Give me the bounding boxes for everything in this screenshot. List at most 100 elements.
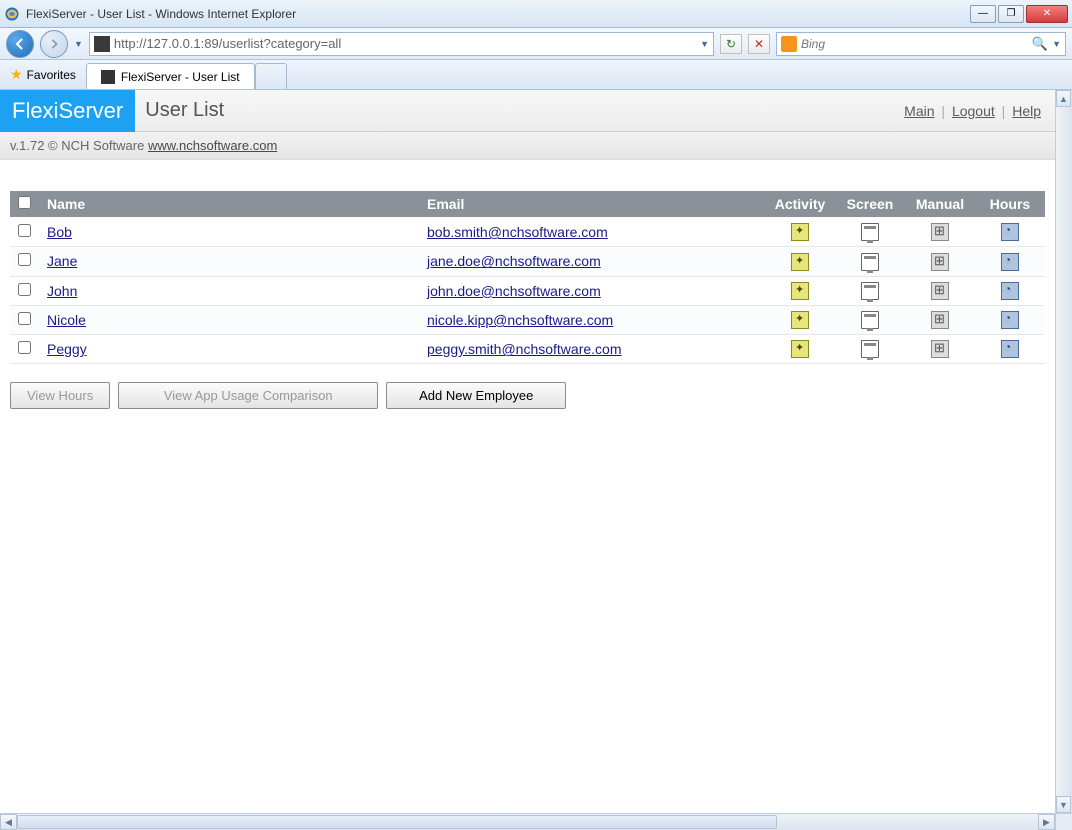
link-help[interactable]: Help (1012, 103, 1041, 119)
hours-icon[interactable] (1001, 253, 1019, 271)
screen-icon[interactable] (861, 253, 879, 271)
version-bar: v.1.72 © NCH Software www.nchsoftware.co… (0, 132, 1055, 160)
row-checkbox[interactable] (18, 283, 31, 296)
activity-icon[interactable] (791, 223, 809, 241)
screen-icon[interactable] (861, 282, 879, 300)
horizontal-scrollbar[interactable]: ◀ ▶ (0, 813, 1055, 830)
user-name-link[interactable]: Bob (47, 224, 72, 240)
close-button[interactable]: ✕ (1026, 5, 1068, 23)
scroll-right-button[interactable]: ▶ (1038, 814, 1055, 830)
header-email: Email (419, 191, 765, 218)
hours-icon[interactable] (1001, 223, 1019, 241)
header-activity: Activity (765, 191, 835, 218)
search-dropdown[interactable]: ▼ (1052, 39, 1061, 49)
hours-icon[interactable] (1001, 282, 1019, 300)
row-checkbox[interactable] (18, 341, 31, 354)
stop-button[interactable]: ✕ (748, 34, 770, 54)
favorites-button[interactable]: ★ Favorites (0, 60, 86, 89)
add-employee-button[interactable]: Add New Employee (386, 382, 566, 409)
row-checkbox[interactable] (18, 312, 31, 325)
url-dropdown[interactable]: ▼ (700, 39, 709, 49)
screen-icon[interactable] (861, 223, 879, 241)
user-email-link[interactable]: bob.smith@nchsoftware.com (427, 224, 608, 240)
refresh-icon: ↻ (726, 37, 736, 51)
window-title: FlexiServer - User List - Windows Intern… (26, 7, 970, 21)
bing-icon (781, 36, 797, 52)
header-screen: Screen (835, 191, 905, 218)
recent-dropdown[interactable]: ▼ (74, 39, 83, 49)
version-text: v.1.72 © NCH Software (10, 138, 148, 153)
star-icon: ★ (10, 66, 23, 83)
user-name-link[interactable]: John (47, 283, 77, 299)
view-app-usage-button[interactable]: View App Usage Comparison (118, 382, 378, 409)
activity-icon[interactable] (791, 340, 809, 358)
url-input[interactable] (114, 36, 700, 51)
search-go-icon[interactable]: 🔍 (1032, 36, 1048, 52)
page-content: FlexiServer User List Main | Logout | He… (0, 90, 1055, 830)
activity-icon[interactable] (791, 311, 809, 329)
tab-flexiserver[interactable]: FlexiServer - User List (86, 63, 255, 89)
address-bar[interactable]: ▼ (89, 32, 714, 56)
user-email-link[interactable]: jane.doe@nchsoftware.com (427, 253, 601, 269)
new-tab-button[interactable] (255, 63, 287, 89)
tab-bar: ★ Favorites FlexiServer - User List (0, 60, 1072, 90)
user-email-link[interactable]: peggy.smith@nchsoftware.com (427, 341, 621, 357)
vertical-scrollbar[interactable]: ▲ ▼ (1055, 90, 1072, 830)
row-checkbox[interactable] (18, 224, 31, 237)
view-hours-button[interactable]: View Hours (10, 382, 110, 409)
maximize-button[interactable]: ❐ (998, 5, 1024, 23)
user-email-link[interactable]: john.doe@nchsoftware.com (427, 283, 601, 299)
manual-icon[interactable] (931, 253, 949, 271)
table-row: Bob bob.smith@nchsoftware.com (10, 218, 1045, 247)
table-row: Jane jane.doe@nchsoftware.com (10, 247, 1045, 276)
minimize-button[interactable]: — (970, 5, 996, 23)
scroll-up-button[interactable]: ▲ (1056, 90, 1071, 107)
select-all-checkbox[interactable] (18, 196, 31, 209)
manual-icon[interactable] (931, 311, 949, 329)
browser-navbar: ▼ ▼ ↻ ✕ 🔍 ▼ (0, 28, 1072, 60)
manual-icon[interactable] (931, 223, 949, 241)
favorites-label: Favorites (27, 68, 76, 82)
search-input[interactable] (801, 37, 1032, 51)
link-logout[interactable]: Logout (952, 103, 995, 119)
screen-icon[interactable] (861, 340, 879, 358)
manual-icon[interactable] (931, 340, 949, 358)
scroll-thumb[interactable] (17, 815, 777, 829)
user-email-link[interactable]: nicole.kipp@nchsoftware.com (427, 312, 613, 328)
screen-icon[interactable] (861, 311, 879, 329)
tab-title: FlexiServer - User List (121, 70, 240, 84)
link-main[interactable]: Main (904, 103, 934, 119)
app-logo: FlexiServer (0, 90, 135, 132)
hours-icon[interactable] (1001, 311, 1019, 329)
site-icon (94, 36, 110, 52)
hours-icon[interactable] (1001, 340, 1019, 358)
manual-icon[interactable] (931, 282, 949, 300)
activity-icon[interactable] (791, 282, 809, 300)
scroll-corner (1055, 813, 1072, 830)
table-row: Peggy peggy.smith@nchsoftware.com (10, 335, 1045, 364)
header-hours: Hours (975, 191, 1045, 218)
tab-icon (101, 70, 115, 84)
back-button[interactable] (6, 30, 34, 58)
version-link[interactable]: www.nchsoftware.com (148, 138, 277, 153)
page-title: User List (145, 99, 904, 122)
header-links: Main | Logout | Help (904, 103, 1041, 119)
forward-button[interactable] (40, 30, 68, 58)
user-name-link[interactable]: Nicole (47, 312, 86, 328)
row-checkbox[interactable] (18, 253, 31, 266)
activity-icon[interactable] (791, 253, 809, 271)
refresh-button[interactable]: ↻ (720, 34, 742, 54)
stop-icon: ✕ (754, 37, 764, 51)
arrow-left-icon (13, 37, 27, 51)
table-row: John john.doe@nchsoftware.com (10, 276, 1045, 305)
scroll-left-button[interactable]: ◀ (0, 814, 17, 830)
header-manual: Manual (905, 191, 975, 218)
action-buttons: View Hours View App Usage Comparison Add… (10, 382, 1045, 409)
user-name-link[interactable]: Peggy (47, 341, 87, 357)
window-titlebar: FlexiServer - User List - Windows Intern… (0, 0, 1072, 28)
search-bar[interactable]: 🔍 ▼ (776, 32, 1066, 56)
ie-icon (4, 6, 20, 22)
table-header-row: Name Email Activity Screen Manual Hours (10, 191, 1045, 218)
user-name-link[interactable]: Jane (47, 253, 77, 269)
scroll-down-button[interactable]: ▼ (1056, 796, 1071, 813)
